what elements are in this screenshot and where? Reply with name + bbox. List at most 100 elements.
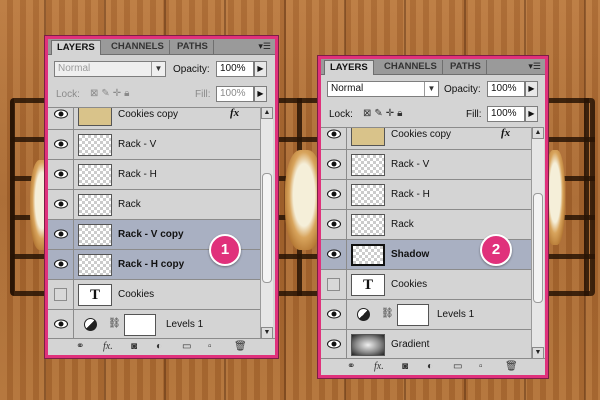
layer-name: Rack - V [118, 139, 157, 150]
layer-row[interactable]: Rack - V [48, 130, 260, 160]
chain-link-icon: ⛓ [381, 308, 394, 319]
eye-icon[interactable] [327, 339, 341, 349]
opacity-arrow-button[interactable]: ▶ [254, 61, 267, 77]
layer-row[interactable]: Rack - H [321, 180, 531, 210]
layer-name: Cookies copy [118, 109, 179, 120]
fill-input[interactable]: 100% [487, 106, 525, 122]
fill-arrow-button[interactable]: ▶ [254, 86, 267, 102]
visibility-toggle-empty[interactable] [54, 288, 67, 301]
opacity-arrow-button[interactable]: ▶ [525, 81, 538, 97]
layer-name: Rack - H copy [118, 259, 185, 270]
opacity-input[interactable]: 100% [216, 61, 254, 77]
panel-menu-icon[interactable]: ▾☰ [258, 41, 271, 52]
eye-icon[interactable] [327, 309, 341, 319]
layer-thumbnail [351, 214, 385, 236]
new-group-icon[interactable]: ▭ [182, 341, 191, 352]
new-layer-icon[interactable]: ▫ [479, 361, 483, 372]
layer-name: Levels 1 [437, 309, 475, 320]
adjustment-layer-icon[interactable]: ◐ [427, 361, 433, 372]
tab-layers[interactable]: LAYERS [51, 40, 101, 55]
chain-link-icon: ⛓ [108, 318, 121, 329]
link-layers-icon[interactable]: ⚭ [76, 341, 84, 352]
layer-row[interactable]: Cookies copy fx [321, 128, 531, 150]
link-layers-icon[interactable]: ⚭ [347, 361, 355, 372]
fill-arrow-button[interactable]: ▶ [525, 106, 538, 122]
trash-icon[interactable]: 🗑︎ [234, 341, 247, 352]
layer-row[interactable]: T Cookies [321, 270, 531, 300]
step-badge: 2 [480, 234, 512, 266]
layers-list: Cookies copy fx Rack - V Rack - H Rack [48, 107, 260, 339]
text-layer-thumbnail: T [78, 284, 112, 306]
scroll-thumb[interactable] [262, 173, 272, 283]
layer-name: Rack [391, 219, 414, 230]
scroll-up-icon[interactable]: ▲ [532, 127, 544, 139]
tab-layers[interactable]: LAYERS [324, 60, 374, 75]
layer-row[interactable]: Cookies copy fx [48, 108, 260, 130]
adjustment-layer-icon[interactable]: ◐ [156, 341, 162, 352]
layer-thumbnail [78, 254, 112, 276]
layer-mask-icon[interactable]: ◙ [131, 341, 137, 352]
new-group-icon[interactable]: ▭ [453, 361, 462, 372]
fx-icon[interactable]: fx. [374, 361, 384, 372]
layer-name: Levels 1 [166, 319, 204, 330]
layer-row[interactable]: ⛓ Levels 1 [48, 310, 260, 339]
blend-mode-value: Normal [58, 63, 91, 74]
eye-icon[interactable] [327, 159, 341, 169]
chevron-down-icon: ▼ [151, 62, 165, 76]
panel-bottom-toolbar: ⚭ fx. ◙ ◐ ▭ ▫ 🗑︎ [321, 358, 545, 375]
cookie-right [545, 150, 565, 245]
step-badge: 1 [209, 234, 241, 266]
opacity-input[interactable]: 100% [487, 81, 525, 97]
eye-icon[interactable] [54, 199, 68, 209]
layer-row[interactable]: Rack [48, 190, 260, 220]
layer-row[interactable]: ⛓ Levels 1 [321, 300, 531, 330]
layer-row[interactable]: Rack - V [321, 150, 531, 180]
lock-label: Lock: [329, 109, 353, 120]
trash-icon[interactable]: 🗑︎ [505, 361, 518, 372]
layer-name: Rack - V copy [118, 229, 184, 240]
layer-row[interactable]: Rack - H [48, 160, 260, 190]
fx-icon[interactable]: fx. [103, 341, 113, 352]
layers-scrollbar[interactable]: ▲ ▼ [531, 127, 544, 359]
new-layer-icon[interactable]: ▫ [208, 341, 212, 352]
eye-icon[interactable] [54, 169, 68, 179]
eye-icon[interactable] [327, 129, 341, 139]
scroll-up-icon[interactable]: ▲ [261, 107, 273, 119]
layer-row[interactable]: T Cookies [48, 280, 260, 310]
layers-scrollbar[interactable]: ▲ ▼ [260, 107, 273, 339]
fx-icon[interactable]: fx [501, 128, 510, 139]
eye-icon[interactable] [54, 259, 68, 269]
layer-name: Cookies [118, 289, 155, 300]
layer-name: Rack - H [391, 189, 430, 200]
tab-paths[interactable]: PATHS [172, 40, 214, 55]
chevron-down-icon: ▼ [424, 82, 438, 96]
fill-input[interactable]: 100% [216, 86, 254, 102]
adjustment-layer-icon [84, 318, 97, 331]
eye-icon[interactable] [327, 189, 341, 199]
eye-icon[interactable] [327, 219, 341, 229]
lock-icons[interactable]: ⊠✎✛🔒︎ [363, 108, 405, 119]
scroll-thumb[interactable] [533, 193, 543, 303]
layer-row[interactable]: Gradient [321, 330, 531, 359]
layer-thumbnail [78, 134, 112, 156]
lock-icons[interactable]: ⊠✎✛🔒︎ [90, 88, 132, 99]
panel-tabs: LAYERS CHANNELS PATHS ▾☰ [48, 39, 275, 55]
tab-paths[interactable]: PATHS [445, 60, 487, 75]
eye-icon[interactable] [54, 109, 68, 119]
eye-icon[interactable] [54, 139, 68, 149]
layer-mask-icon[interactable]: ◙ [402, 361, 408, 372]
layer-name: Rack - V [391, 159, 430, 170]
eye-icon[interactable] [54, 229, 68, 239]
fx-icon[interactable]: fx [230, 108, 239, 119]
layers-panel-2: LAYERS CHANNELS PATHS ▾☰ Normal ▼ Opacit… [318, 56, 548, 378]
tab-channels[interactable]: CHANNELS [106, 40, 170, 55]
eye-icon[interactable] [54, 319, 68, 329]
layer-mask-thumbnail [397, 304, 429, 326]
visibility-toggle-empty[interactable] [327, 278, 340, 291]
blend-mode-select[interactable]: Normal ▼ [327, 81, 439, 97]
panel-menu-icon[interactable]: ▾☰ [528, 61, 541, 72]
tab-channels[interactable]: CHANNELS [379, 60, 443, 75]
eye-icon[interactable] [327, 249, 341, 259]
layer-thumbnail [351, 184, 385, 206]
blend-mode-select[interactable]: Normal ▼ [54, 61, 166, 77]
